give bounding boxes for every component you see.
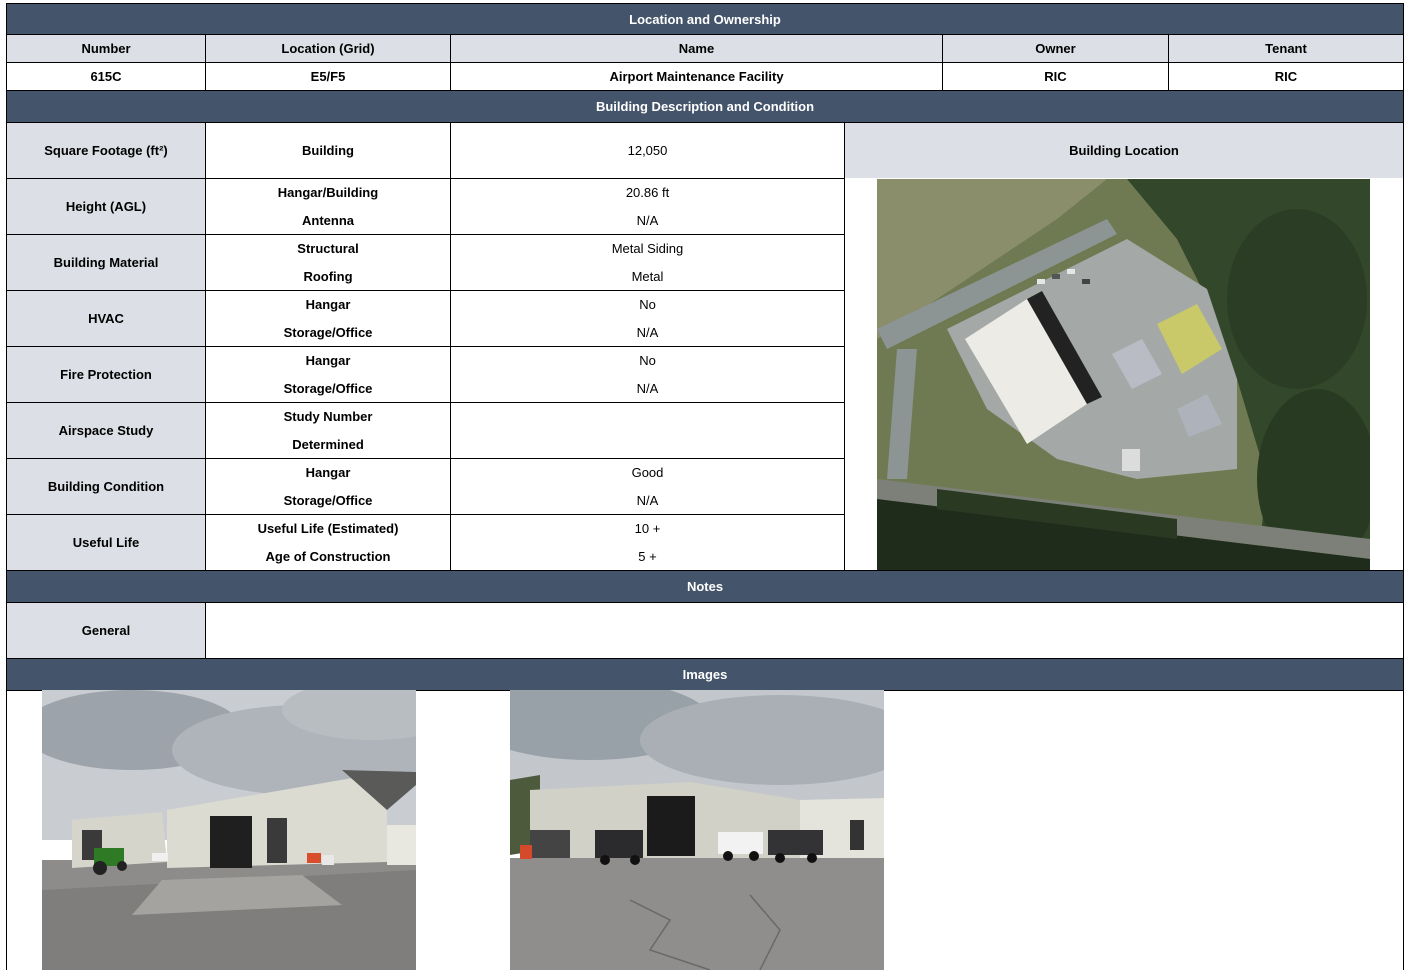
sub-label: Storage/Office <box>205 486 451 515</box>
sub-value: Good <box>450 458 845 487</box>
notes-general-value <box>205 602 1404 659</box>
value-name: Airport Maintenance Facility <box>450 62 943 91</box>
sub-value: Metal Siding <box>450 234 845 263</box>
sub-label: Study Number <box>205 402 451 431</box>
sub-value: N/A <box>450 374 845 403</box>
square-footage-label: Square Footage (ft²) <box>6 122 206 179</box>
square-footage-value: 12,050 <box>450 122 845 179</box>
sub-value: Metal <box>450 262 845 291</box>
sub-label: Antenna <box>205 206 451 235</box>
header-tenant: Tenant <box>1168 34 1404 63</box>
building-location-label: Building Location <box>844 122 1404 179</box>
header-name: Name <box>450 34 943 63</box>
sub-value: 10 + <box>450 514 845 543</box>
value-location-grid: E5/F5 <box>205 62 451 91</box>
notes-title: Notes <box>6 570 1404 603</box>
building-description-title: Building Description and Condition <box>6 90 1404 123</box>
header-owner: Owner <box>942 34 1169 63</box>
building-photo-1 <box>42 690 416 970</box>
header-number: Number <box>6 34 206 63</box>
images-title: Images <box>6 658 1404 691</box>
value-tenant: RIC <box>1168 62 1404 91</box>
sub-label: Structural <box>205 234 451 263</box>
sub-label: Storage/Office <box>205 374 451 403</box>
sub-label: Roofing <box>205 262 451 291</box>
square-footage-sub: Building <box>205 122 451 179</box>
sub-value: No <box>450 290 845 319</box>
aerial-photo <box>877 179 1370 570</box>
building-photo-2 <box>510 690 884 970</box>
sub-value <box>450 402 845 431</box>
sub-value <box>450 430 845 459</box>
sub-value: 20.86 ft <box>450 178 845 207</box>
group-label-building-condition: Building Condition <box>6 458 206 515</box>
group-label-fire-protection: Fire Protection <box>6 346 206 403</box>
group-label-useful-life: Useful Life <box>6 514 206 571</box>
value-owner: RIC <box>942 62 1169 91</box>
header-location-grid: Location (Grid) <box>205 34 451 63</box>
sub-value: No <box>450 346 845 375</box>
sub-value: 5 + <box>450 542 845 571</box>
sub-value: N/A <box>450 206 845 235</box>
sub-label: Determined <box>205 430 451 459</box>
group-label-airspace-study: Airspace Study <box>6 402 206 459</box>
sub-label: Hangar <box>205 346 451 375</box>
sub-value: N/A <box>450 318 845 347</box>
group-label-height: Height (AGL) <box>6 178 206 235</box>
sub-label: Storage/Office <box>205 318 451 347</box>
location-ownership-title: Location and Ownership <box>6 3 1404 35</box>
sub-value: N/A <box>450 486 845 515</box>
sub-label: Hangar/Building <box>205 178 451 207</box>
sub-label: Hangar <box>205 458 451 487</box>
group-label-building-material: Building Material <box>6 234 206 291</box>
group-label-hvac: HVAC <box>6 290 206 347</box>
value-number: 615C <box>6 62 206 91</box>
sub-label: Hangar <box>205 290 451 319</box>
notes-general-label: General <box>6 602 206 659</box>
sub-label: Useful Life (Estimated) <box>205 514 451 543</box>
sub-label: Age of Construction <box>205 542 451 571</box>
